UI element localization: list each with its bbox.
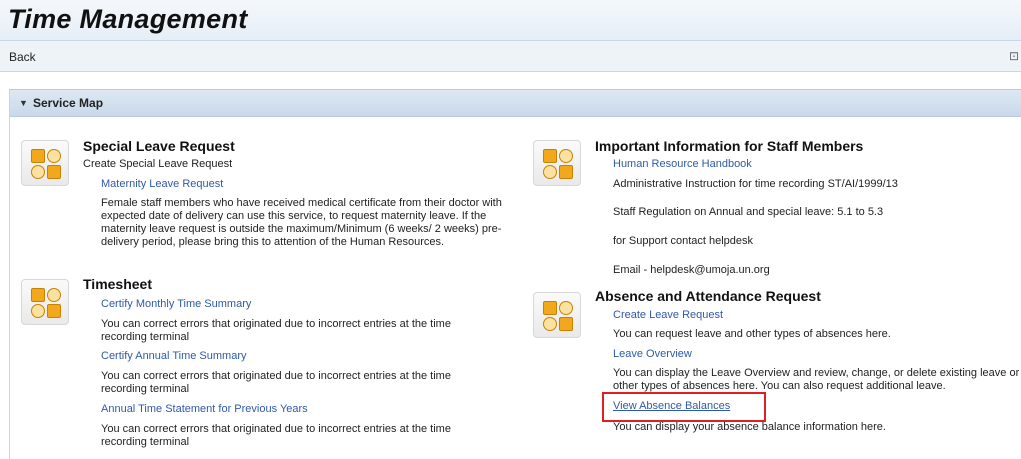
certify-monthly-desc: You can correct errors that originated d… [101, 318, 451, 343]
service-grid-icon [21, 140, 69, 186]
personalize-icon[interactable]: ⊡ [1009, 49, 1021, 63]
create-leave-link[interactable]: Create Leave Request [613, 309, 723, 321]
toolbar: Back ⊡ [0, 41, 1021, 72]
service-grid-icon [533, 292, 581, 338]
create-leave-desc: You can request leave and other types of… [613, 328, 891, 340]
maternity-leave-link[interactable]: Maternity Leave Request [101, 178, 223, 190]
hr-handbook-link[interactable]: Human Resource Handbook [613, 158, 752, 170]
annual-statement-desc: You can correct errors that originated d… [101, 423, 451, 448]
annual-statement-link[interactable]: Annual Time Statement for Previous Years [101, 403, 308, 415]
leave-overview-desc: You can display the Leave Overview and r… [613, 367, 1020, 392]
certify-annual-link[interactable]: Certify Annual Time Summary [101, 350, 247, 362]
back-button[interactable]: Back [9, 50, 36, 64]
highlight-box [602, 392, 766, 422]
timesheet-title: Timesheet [83, 276, 152, 292]
view-absence-balances-desc: You can display your absence balance inf… [613, 421, 886, 433]
certify-annual-desc: You can correct errors that originated d… [101, 370, 451, 395]
special-leave-title: Special Leave Request [83, 138, 235, 154]
service-grid-icon [21, 279, 69, 325]
info-line: Email - helpdesk@umoja.un.org [613, 264, 770, 276]
service-map-header[interactable]: ▼ Service Map [10, 89, 1021, 117]
info-line: Staff Regulation on Annual and special l… [613, 206, 884, 218]
service-grid-icon [533, 140, 581, 186]
certify-monthly-link[interactable]: Certify Monthly Time Summary [101, 298, 251, 310]
service-map-title: Service Map [33, 96, 104, 110]
page-title: Time Management [8, 4, 248, 34]
important-info-title: Important Information for Staff Members [595, 138, 864, 154]
special-leave-subtitle: Create Special Leave Request [83, 158, 233, 170]
title-bar: Time Management [0, 0, 1021, 41]
leave-overview-link[interactable]: Leave Overview [613, 348, 692, 360]
info-line: Administrative Instruction for time reco… [613, 178, 898, 190]
absence-title: Absence and Attendance Request [595, 288, 821, 304]
info-line: for Support contact helpdesk [613, 235, 754, 247]
maternity-leave-desc: Female staff members who have received m… [101, 197, 502, 248]
triangle-down-icon[interactable]: ▼ [19, 98, 28, 108]
